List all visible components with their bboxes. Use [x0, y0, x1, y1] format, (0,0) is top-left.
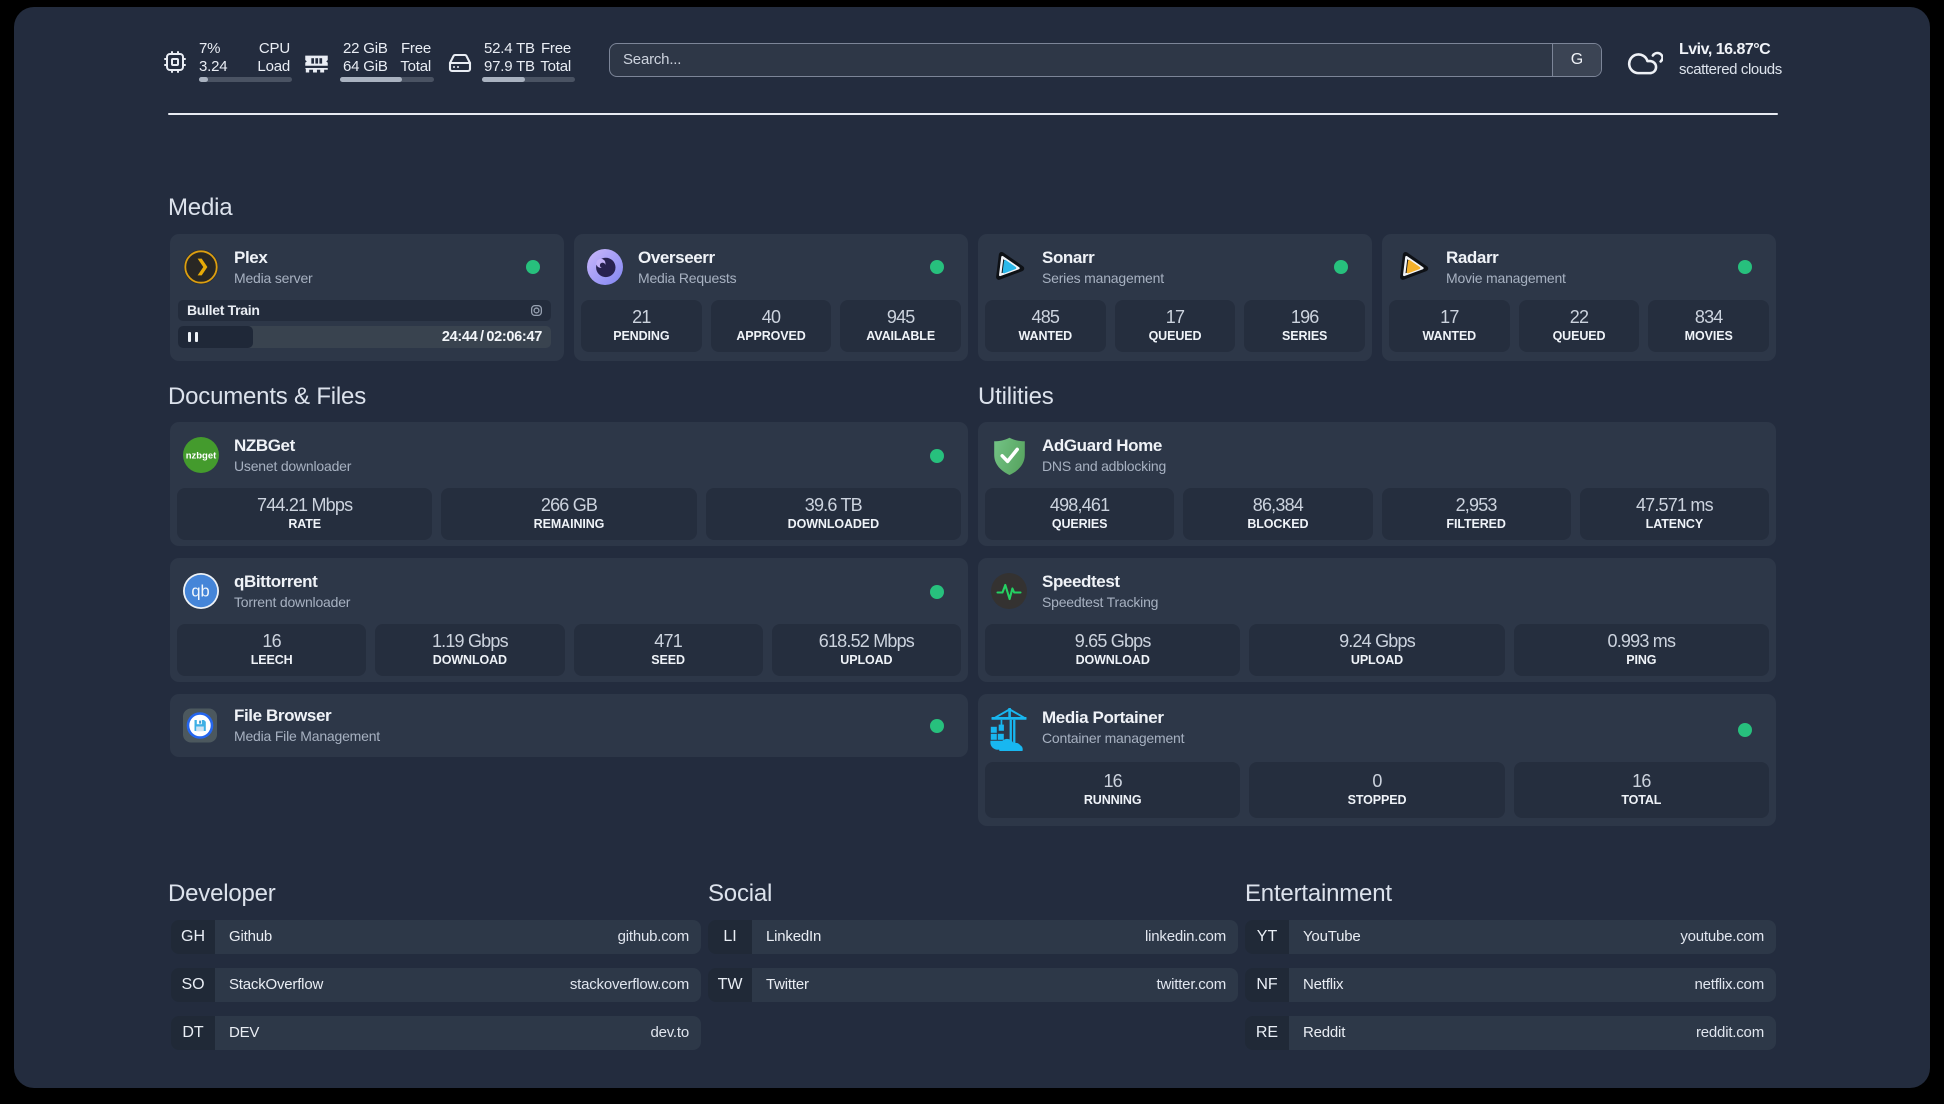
svg-text:nzbget: nzbget	[186, 451, 217, 462]
svg-text:qb: qb	[191, 583, 209, 601]
